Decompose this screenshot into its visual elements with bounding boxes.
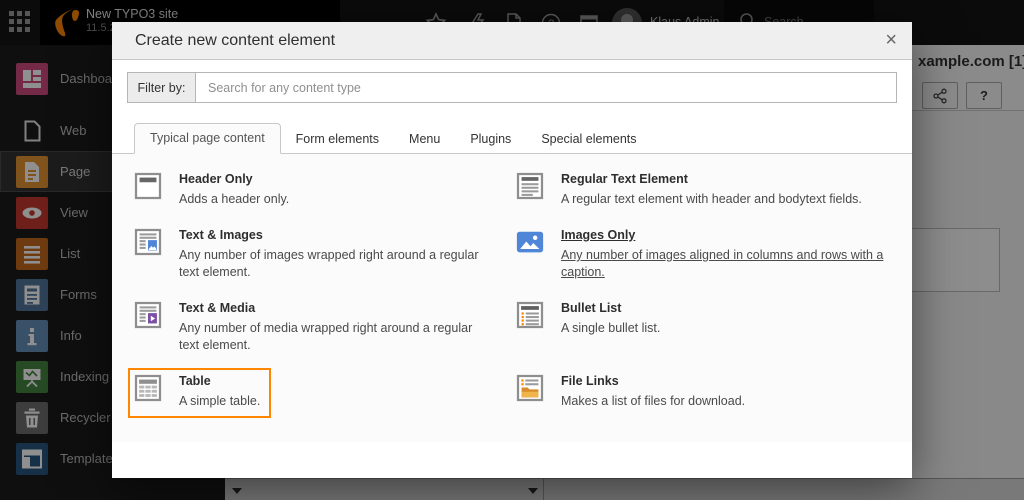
ce-title: File Links: [561, 374, 745, 389]
ce-item-header-only[interactable]: Header Only Adds a header only.: [133, 171, 289, 208]
ce-description: Makes a list of files for download.: [561, 393, 745, 410]
ce-description: Any number of images wrapped right aroun…: [179, 247, 479, 281]
ce-item-text-media[interactable]: Text & Media Any number of media wrapped…: [133, 300, 479, 354]
content-type-search-input[interactable]: [195, 72, 897, 103]
ce-title: Images Only: [561, 228, 886, 243]
ce-title: Regular Text Element: [561, 172, 862, 187]
tab-form-elements[interactable]: Form elements: [281, 125, 394, 154]
text-images-icon: [133, 227, 163, 257]
ce-item-file-links[interactable]: File Links Makes a list of files for dow…: [515, 373, 745, 410]
ce-item-text-images[interactable]: Text & Images Any number of images wrapp…: [133, 227, 479, 281]
table-icon: [133, 373, 163, 403]
ce-description: Adds a header only.: [179, 191, 289, 208]
tab-special-elements[interactable]: Special elements: [526, 125, 651, 154]
images-only-icon: [515, 227, 545, 257]
new-content-element-modal: Create new content element × Filter by: …: [112, 22, 912, 478]
ce-item-table[interactable]: Table A simple table.: [128, 368, 271, 418]
close-icon[interactable]: ×: [885, 29, 897, 51]
ce-description: A simple table.: [179, 393, 260, 410]
modal-tabs: Typical page content Form elements Menu …: [112, 124, 912, 154]
text-media-icon: [133, 300, 163, 330]
ce-title: Text & Images: [179, 228, 479, 243]
content-element-grid: Header Only Adds a header only. Regular …: [133, 171, 897, 413]
typo3-backend: New TYPO3 site 11.5.2 ? Klaus Admin Sear…: [0, 0, 1024, 500]
tab-pane-typical-page-content: Header Only Adds a header only. Regular …: [112, 154, 912, 442]
ce-item-bullet-list[interactable]: Bullet List A single bullet list.: [515, 300, 660, 337]
filter-label: Filter by:: [127, 72, 195, 103]
regular-text-icon: [515, 171, 545, 201]
header-only-icon: [133, 171, 163, 201]
tab-typical-page-content[interactable]: Typical page content: [134, 123, 281, 154]
ce-description: A regular text element with header and b…: [561, 191, 862, 208]
ce-title: Bullet List: [561, 301, 660, 316]
file-links-icon: [515, 373, 545, 403]
ce-description: A single bullet list.: [561, 320, 660, 337]
tab-plugins[interactable]: Plugins: [455, 125, 526, 154]
ce-item-images-only[interactable]: Images Only Any number of images aligned…: [515, 227, 886, 281]
ce-description: Any number of images aligned in columns …: [561, 247, 886, 281]
ce-title: Text & Media: [179, 301, 479, 316]
ce-description: Any number of media wrapped right around…: [179, 320, 479, 354]
bullet-list-icon: [515, 300, 545, 330]
ce-title: Header Only: [179, 172, 289, 187]
modal-title: Create new content element: [135, 32, 335, 50]
ce-title: Table: [179, 374, 260, 389]
modal-header: Create new content element ×: [112, 22, 912, 60]
tab-menu[interactable]: Menu: [394, 125, 455, 154]
ce-item-regular-text[interactable]: Regular Text Element A regular text elem…: [515, 171, 862, 208]
filter-group: Filter by:: [127, 72, 897, 103]
